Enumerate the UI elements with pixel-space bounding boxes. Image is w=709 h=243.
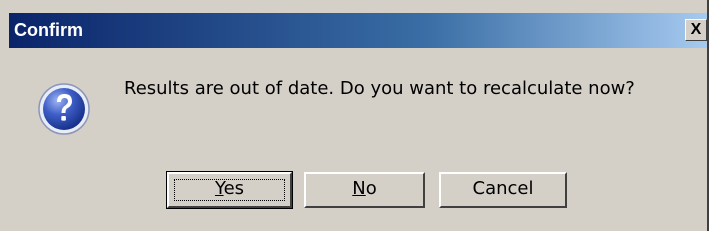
cancel-button[interactable]: Cancel [439,172,567,208]
no-mnemonic: N [352,178,366,199]
no-label-rest: o [365,178,377,199]
no-button-label: No [352,178,376,199]
no-button[interactable]: No [304,172,425,208]
close-icon: X [690,21,702,38]
cancel-button-label: Cancel [472,178,534,199]
close-button[interactable]: X [685,19,707,41]
yes-label-rest: es [223,178,245,199]
question-icon [38,83,90,135]
yes-button-label: Yes [215,178,244,199]
title-bar[interactable]: Confirm X [9,13,707,48]
confirm-dialog: Confirm X Results are out of date. Do yo… [0,0,709,231]
yes-mnemonic: Y [214,178,224,199]
yes-button[interactable]: Yes [166,171,293,209]
dialog-title: Confirm [14,20,83,40]
dialog-message: Results are out of date. Do you want to … [124,78,635,99]
